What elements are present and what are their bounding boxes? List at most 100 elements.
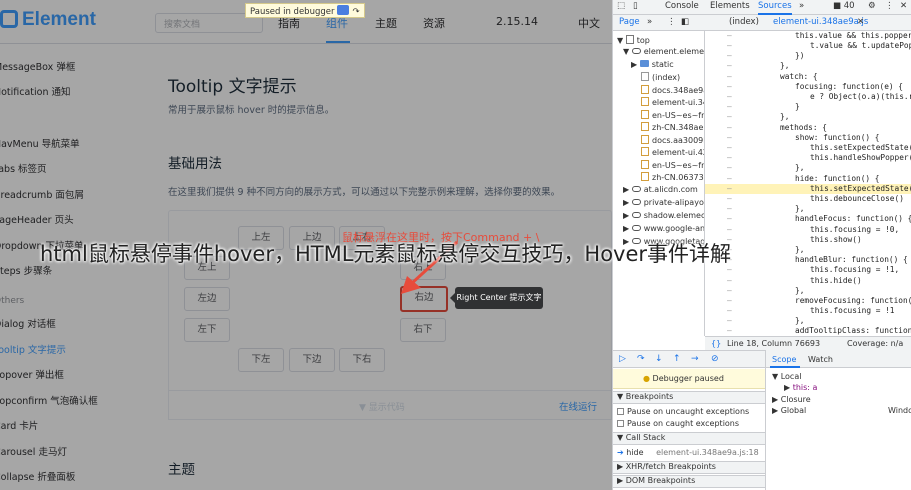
right-bottom-button[interactable]: 右下	[400, 318, 446, 342]
inspect-icon[interactable]: ⬚	[617, 1, 625, 11]
step-icon[interactable]: →	[691, 354, 699, 364]
sidebar-item-notification[interactable]: Notification 通知	[0, 84, 71, 98]
sidebar-item-popover[interactable]: Popover 弹出框	[0, 367, 64, 381]
scope-this[interactable]: ▶ this: a	[784, 383, 817, 392]
pause-uncaught-checkbox[interactable]: Pause on uncaught exceptions	[617, 407, 749, 416]
tree-item-file[interactable]: (index)	[641, 72, 680, 82]
more-tabs-icon[interactable]: »	[799, 1, 804, 11]
show-code-toggle[interactable]: ▼ 显示代码	[359, 400, 405, 413]
tab-elements[interactable]: Elements	[710, 1, 750, 11]
sidebar-item-dialog[interactable]: Dialog 对话框	[0, 316, 56, 330]
left-button[interactable]: 左边	[184, 287, 230, 311]
section-label: DOM Breakpoints	[625, 476, 696, 485]
sidebar-item-tooltip[interactable]: Tooltip 文字提示	[0, 342, 66, 356]
resume-icon[interactable]: ▷	[619, 354, 626, 364]
demo-footer[interactable]: ▼ 显示代码 在线运行	[168, 390, 612, 420]
step-over-icon[interactable]: ↷	[637, 354, 645, 364]
tree-item-domain[interactable]: ▼ element.eleme.io	[623, 47, 704, 56]
tree-label: top	[636, 36, 650, 45]
sidebar-item-messagebox[interactable]: MessageBox 弹框	[0, 59, 75, 73]
file-tab-index[interactable]: (index)	[729, 17, 759, 27]
sidebar-item-card[interactable]: Card 卡片	[0, 418, 38, 432]
pause-caught-checkbox[interactable]: Pause on caught exceptions	[617, 419, 739, 428]
language-select[interactable]: 中文	[578, 15, 600, 31]
bottom-button[interactable]: 下边	[289, 348, 335, 372]
tree-item-file[interactable]: zh-CN.348ae	[641, 122, 703, 132]
logo-text: Element	[22, 9, 96, 30]
tree-item-file[interactable]: element-ui.42	[641, 147, 704, 157]
code-line: },	[795, 163, 805, 172]
sidebar-group-others: Others	[0, 296, 25, 306]
callstack-frame[interactable]: ➔ hide element-ui.348ae9a.js:18	[617, 448, 759, 457]
scope-tab-indicator	[770, 366, 800, 368]
pretty-print-icon[interactable]: {}	[711, 339, 721, 348]
nav-theme[interactable]: 主题	[375, 15, 397, 31]
code-line: this.focusing = !0,	[810, 225, 900, 234]
left-bottom-button[interactable]: 左下	[184, 318, 230, 342]
scope-closure[interactable]: ▶ Closure	[772, 395, 811, 404]
code-line: })	[795, 51, 805, 60]
tree-item-domain[interactable]: ▶ private-alipayob	[623, 198, 704, 207]
tree-item-domain[interactable]: ▶ www.google-ana	[623, 224, 704, 233]
callstack-section[interactable]: ▼ Call Stack	[613, 432, 765, 445]
tree-label: element-ui.34	[652, 98, 705, 107]
tree-item-file[interactable]: docs.aa3009b	[641, 135, 704, 145]
tree-item-file[interactable]: en-US~es~fr	[641, 110, 704, 120]
tab-console[interactable]: Console	[665, 1, 699, 11]
element-logo[interactable]: Element	[0, 9, 96, 31]
tree-item-domain[interactable]: ▶ shadow.elemeco	[623, 211, 704, 220]
checkbox-label: Pause on caught exceptions	[627, 419, 740, 428]
version-select[interactable]: 2.15.14	[496, 15, 538, 28]
tree-item-file[interactable]: element-ui.34	[641, 97, 705, 107]
gear-icon[interactable]: ⚙	[868, 1, 876, 11]
device-toggle-icon[interactable]: ▯	[633, 1, 638, 11]
code-line: this.focusing = !1,	[810, 265, 900, 274]
more-icon[interactable]: »	[647, 17, 652, 27]
scope-global[interactable]: ▶ Global	[772, 406, 806, 415]
tree-item-file[interactable]: en-US~es~fr	[641, 160, 704, 170]
sidebar-item-collapse[interactable]: Collapse 折叠面板	[0, 469, 75, 483]
tab-watch[interactable]: Watch	[808, 355, 833, 364]
dom-breakpoints-section[interactable]: ▶ DOM Breakpoints	[613, 475, 765, 488]
sidebar-item-breadcrumb[interactable]: Breadcrumb 面包屑	[0, 187, 84, 201]
toggle-navigator-icon[interactable]: ◧	[681, 17, 689, 27]
checkbox-icon	[617, 408, 624, 415]
code-line: e ? Object(o.a)(this.r	[810, 92, 911, 101]
file-tab-element-ui[interactable]: element-ui.348ae9a.js	[773, 17, 868, 27]
kebab-menu-icon[interactable]: ⋮	[885, 1, 894, 11]
sidebar-item-carousel[interactable]: Carousel 走马灯	[0, 444, 67, 458]
message-badge[interactable]: ■ 40	[833, 1, 855, 11]
tab-sources[interactable]: Sources	[758, 1, 792, 11]
tab-page[interactable]: Page	[619, 17, 640, 27]
resume-icon[interactable]	[337, 5, 350, 15]
breakpoints-section[interactable]: ▼ Breakpoints	[613, 391, 765, 404]
scope-local[interactable]: ▼ Local	[772, 372, 801, 381]
tree-item-static[interactable]: ▶ static	[631, 60, 674, 69]
run-online-link[interactable]: 在线运行	[559, 399, 597, 413]
kebab-icon[interactable]: ⋮	[667, 17, 676, 27]
xhr-breakpoints-section[interactable]: ▶ XHR/fetch Breakpoints	[613, 461, 765, 474]
tree-item-file[interactable]: zh-CN.06373	[641, 172, 704, 182]
scope-label: Global	[780, 406, 807, 415]
step-into-icon[interactable]: ↓	[655, 354, 663, 364]
tree-item-top[interactable]: ▼ top	[617, 35, 650, 45]
sidebar-item-popconfirm[interactable]: Popconfirm 气泡确认框	[0, 393, 98, 407]
tab-scope[interactable]: Scope	[772, 355, 796, 364]
tree-label: zh-CN.348ae	[652, 123, 704, 132]
sidebar-item-navmenu[interactable]: NavMenu 导航菜单	[0, 136, 80, 150]
cursor-position: Line 18, Column 76693	[727, 339, 821, 348]
tree-item-domain[interactable]: ▶ at.alicdn.com	[623, 185, 698, 194]
step-over-icon[interactable]: ↷	[352, 7, 359, 17]
sidebar-item-pageheader[interactable]: PageHeader 页头	[0, 212, 74, 226]
sidebar-item-tabs[interactable]: Tabs 标签页	[0, 161, 47, 175]
file-icon	[641, 110, 649, 119]
code-editor[interactable]: – this.value && this.popperV – t.value && …	[705, 31, 911, 336]
bottom-left-button[interactable]: 下左	[238, 348, 284, 372]
nav-resource[interactable]: 资源	[423, 15, 445, 31]
tree-item-file[interactable]: docs.348ae9a	[641, 85, 704, 95]
close-file-icon[interactable]: ✕	[857, 17, 864, 27]
close-icon[interactable]: ✕	[900, 1, 907, 11]
bottom-right-button[interactable]: 下右	[339, 348, 385, 372]
deactivate-breakpoints-icon[interactable]: ⊘	[711, 354, 719, 364]
step-out-icon[interactable]: ↑	[673, 354, 681, 364]
